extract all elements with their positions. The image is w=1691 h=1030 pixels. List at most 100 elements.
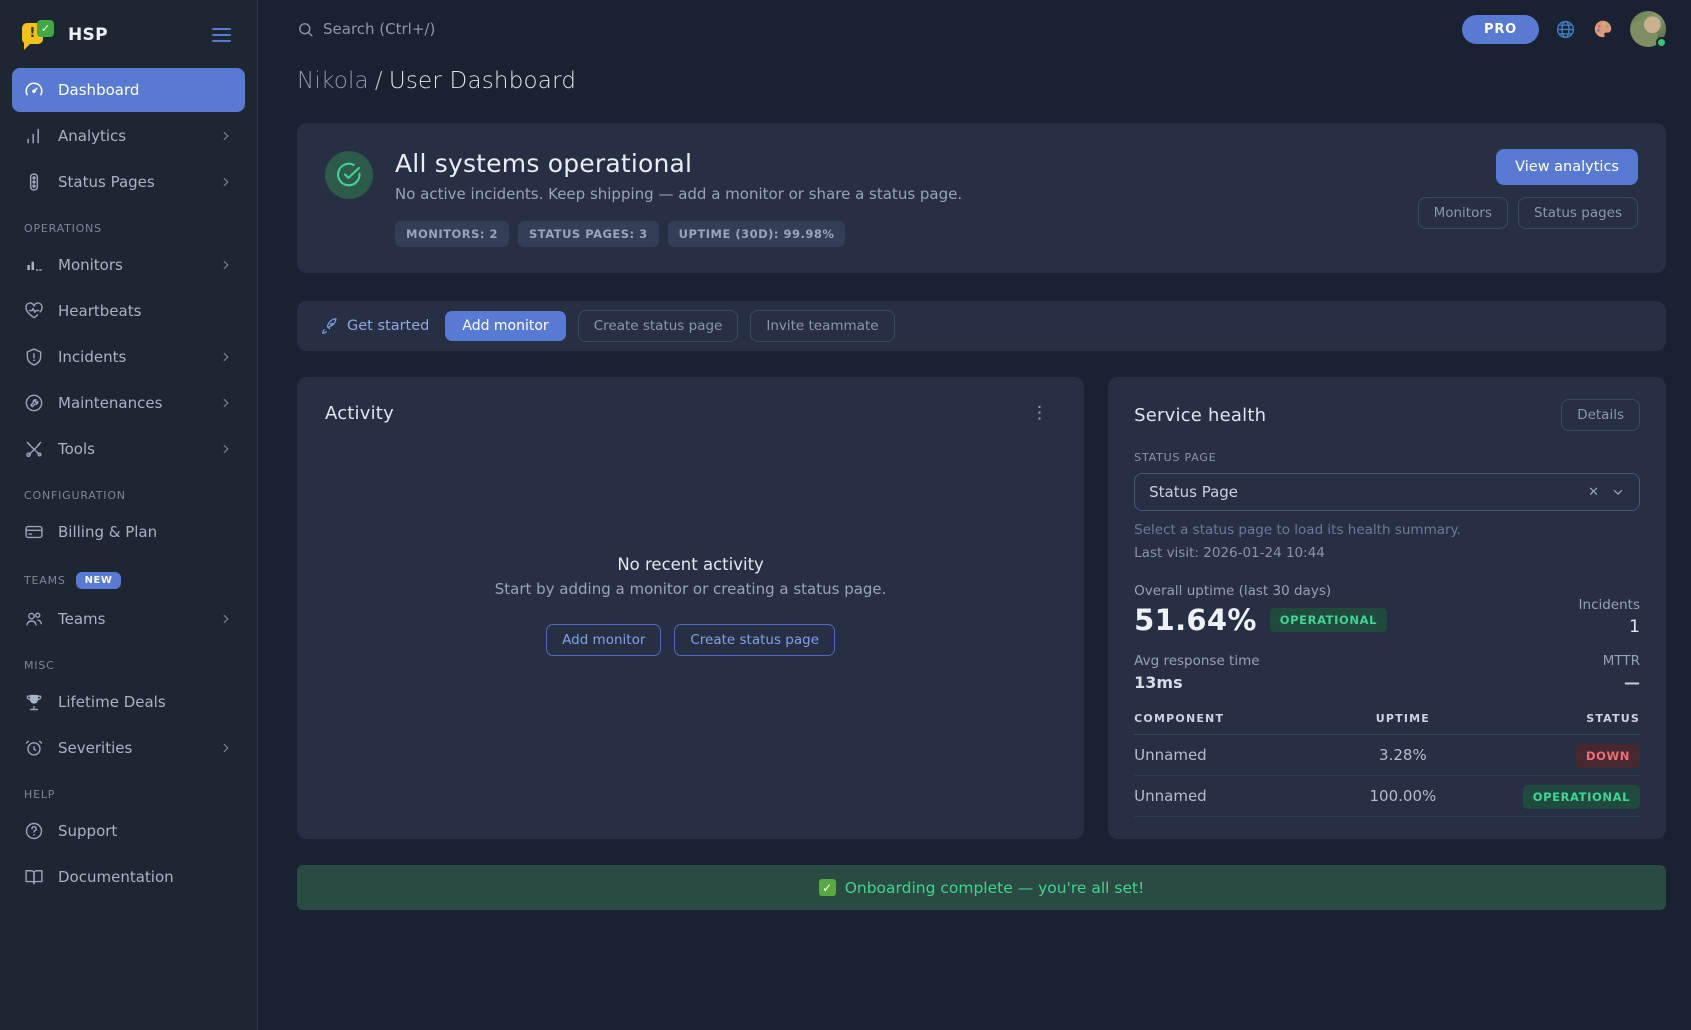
sidebar-item-monitors[interactable]: Monitors bbox=[12, 243, 245, 287]
sidebar-item-maintenances[interactable]: Maintenances bbox=[12, 381, 245, 425]
status-badge: DOWN bbox=[1576, 744, 1640, 768]
brand-row: ! ✓ HSP bbox=[12, 16, 245, 68]
chevron-right-icon bbox=[219, 129, 233, 143]
response-stats-row: Avg response time 13ms MTTR — bbox=[1134, 653, 1640, 692]
breadcrumb: Nikola/User Dashboard bbox=[297, 68, 1666, 94]
invite-teammate-button[interactable]: Invite teammate bbox=[750, 310, 894, 342]
chevron-right-icon bbox=[219, 350, 233, 364]
wrench-circle-icon bbox=[24, 393, 44, 413]
chevron-right-icon bbox=[219, 258, 233, 272]
check-circle-icon bbox=[325, 151, 373, 199]
select-helper-text: Select a status page to load its health … bbox=[1134, 522, 1640, 538]
view-analytics-button[interactable]: View analytics bbox=[1496, 149, 1638, 185]
avg-response-label: Avg response time bbox=[1134, 653, 1259, 669]
shield-alert-icon bbox=[24, 347, 44, 367]
monitors-count-badge: MONITORS: 2 bbox=[395, 221, 509, 247]
service-health-title: Service health bbox=[1134, 405, 1266, 426]
online-status-dot bbox=[1656, 37, 1667, 48]
mttr-value: — bbox=[1603, 673, 1640, 692]
dashboard-cards-row: Activity ⋮ No recent activity Start by a… bbox=[297, 377, 1666, 839]
col-status: STATUS bbox=[1482, 712, 1640, 725]
avg-response-block: Avg response time 13ms bbox=[1134, 653, 1259, 692]
sidebar-section-teams-label: TEAMS bbox=[24, 574, 66, 587]
service-health-header: Service health Details bbox=[1134, 399, 1640, 431]
status-pages-button[interactable]: Status pages bbox=[1518, 197, 1638, 229]
status-badge: OPERATIONAL bbox=[1523, 785, 1640, 809]
sidebar-item-heartbeats[interactable]: Heartbeats bbox=[12, 289, 245, 333]
sidebar-item-label: Lifetime Deals bbox=[58, 693, 233, 711]
chevron-right-icon bbox=[219, 396, 233, 410]
create-status-page-button[interactable]: Create status page bbox=[578, 310, 739, 342]
sidebar-item-incidents[interactable]: Incidents bbox=[12, 335, 245, 379]
get-started-label-wrap: Get started bbox=[321, 318, 429, 335]
rocket-icon bbox=[321, 318, 338, 335]
breadcrumb-parent[interactable]: Nikola bbox=[297, 68, 369, 94]
theme-palette-icon[interactable] bbox=[1592, 18, 1614, 40]
col-uptime: UPTIME bbox=[1324, 712, 1482, 725]
breadcrumb-current: User Dashboard bbox=[389, 68, 576, 94]
table-row[interactable]: Unnamed 100.00% OPERATIONAL bbox=[1134, 776, 1640, 817]
onboarding-banner: ✓ Onboarding complete — you're all set! bbox=[297, 865, 1666, 910]
sidebar-item-analytics[interactable]: Analytics bbox=[12, 114, 245, 158]
hero-body: All systems operational No active incide… bbox=[395, 149, 1396, 247]
component-name: Unnamed bbox=[1134, 787, 1324, 805]
sidebar-toggle-button[interactable] bbox=[208, 24, 235, 46]
activity-header: Activity ⋮ bbox=[325, 401, 1056, 425]
sidebar-item-tools[interactable]: Tools bbox=[12, 427, 245, 471]
hero-title: All systems operational bbox=[395, 149, 1396, 178]
hero-card: All systems operational No active incide… bbox=[297, 123, 1666, 273]
clear-selection-icon[interactable]: ✕ bbox=[1588, 485, 1599, 500]
search-input[interactable]: Search (Ctrl+/) bbox=[297, 20, 1462, 38]
user-avatar[interactable] bbox=[1630, 11, 1666, 47]
chevron-down-icon[interactable] bbox=[1611, 485, 1625, 499]
empty-create-status-page-button[interactable]: Create status page bbox=[674, 624, 835, 656]
users-icon bbox=[24, 609, 44, 629]
sidebar-item-support[interactable]: Support bbox=[12, 809, 245, 853]
plan-badge[interactable]: PRO bbox=[1462, 15, 1539, 44]
get-started-label: Get started bbox=[347, 318, 429, 334]
table-row[interactable]: Unnamed 3.28% DOWN bbox=[1134, 735, 1640, 776]
sidebar-item-billing[interactable]: Billing & Plan bbox=[12, 510, 245, 554]
language-globe-icon[interactable] bbox=[1555, 19, 1576, 40]
sidebar-section-configuration: CONFIGURATION bbox=[12, 473, 245, 510]
sidebar-item-dashboard[interactable]: Dashboard bbox=[12, 68, 245, 112]
credit-card-icon bbox=[24, 522, 44, 542]
sidebar-item-label: Documentation bbox=[58, 868, 233, 886]
sidebar-item-teams[interactable]: Teams bbox=[12, 597, 245, 641]
status-pages-count-badge: STATUS PAGES: 3 bbox=[518, 221, 659, 247]
sidebar-item-label: Dashboard bbox=[58, 81, 233, 99]
sidebar-item-label: Support bbox=[58, 822, 233, 840]
kebab-menu-icon[interactable]: ⋮ bbox=[1023, 401, 1056, 425]
activity-card: Activity ⋮ No recent activity Start by a… bbox=[297, 377, 1084, 839]
new-badge: NEW bbox=[76, 572, 122, 589]
app-root: ! ✓ HSP Dashboard Analytics Status Pages… bbox=[0, 0, 1691, 1030]
search-icon bbox=[297, 21, 314, 38]
tools-icon bbox=[24, 439, 44, 459]
sidebar-item-status-pages[interactable]: Status Pages bbox=[12, 160, 245, 204]
sidebar-item-lifetime-deals[interactable]: Lifetime Deals bbox=[12, 680, 245, 724]
chevron-right-icon bbox=[219, 612, 233, 626]
hero-actions: View analytics Monitors Status pages bbox=[1418, 149, 1638, 229]
hero-subtitle: No active incidents. Keep shipping — add… bbox=[395, 185, 1396, 203]
help-circle-icon bbox=[24, 821, 44, 841]
traffic-light-icon bbox=[24, 172, 44, 192]
components-table: COMPONENT UPTIME STATUS Unnamed 3.28% DO… bbox=[1134, 712, 1640, 817]
sidebar-item-severities[interactable]: Severities bbox=[12, 726, 245, 770]
monitors-button[interactable]: Monitors bbox=[1418, 197, 1508, 229]
check-emoji-icon: ✓ bbox=[819, 879, 836, 896]
search-placeholder: Search (Ctrl+/) bbox=[323, 20, 435, 38]
last-visit-text: Last visit: 2026-01-24 10:44 bbox=[1134, 545, 1640, 561]
add-monitor-button[interactable]: Add monitor bbox=[445, 311, 565, 341]
uptime-30d-badge: UPTIME (30D): 99.98% bbox=[668, 221, 846, 247]
sidebar-item-label: Status Pages bbox=[58, 173, 205, 191]
status-page-select[interactable]: Status Page ✕ bbox=[1134, 473, 1640, 511]
component-name: Unnamed bbox=[1134, 746, 1324, 764]
sidebar-section-misc: MISC bbox=[12, 643, 245, 680]
app-logo-icon: ! ✓ bbox=[22, 20, 56, 50]
col-component: COMPONENT bbox=[1134, 712, 1324, 725]
uptime-status-badge: OPERATIONAL bbox=[1270, 608, 1387, 632]
empty-state-actions: Add monitor Create status page bbox=[546, 624, 835, 656]
empty-add-monitor-button[interactable]: Add monitor bbox=[546, 624, 661, 656]
details-button[interactable]: Details bbox=[1561, 399, 1640, 431]
sidebar-item-documentation[interactable]: Documentation bbox=[12, 855, 245, 899]
